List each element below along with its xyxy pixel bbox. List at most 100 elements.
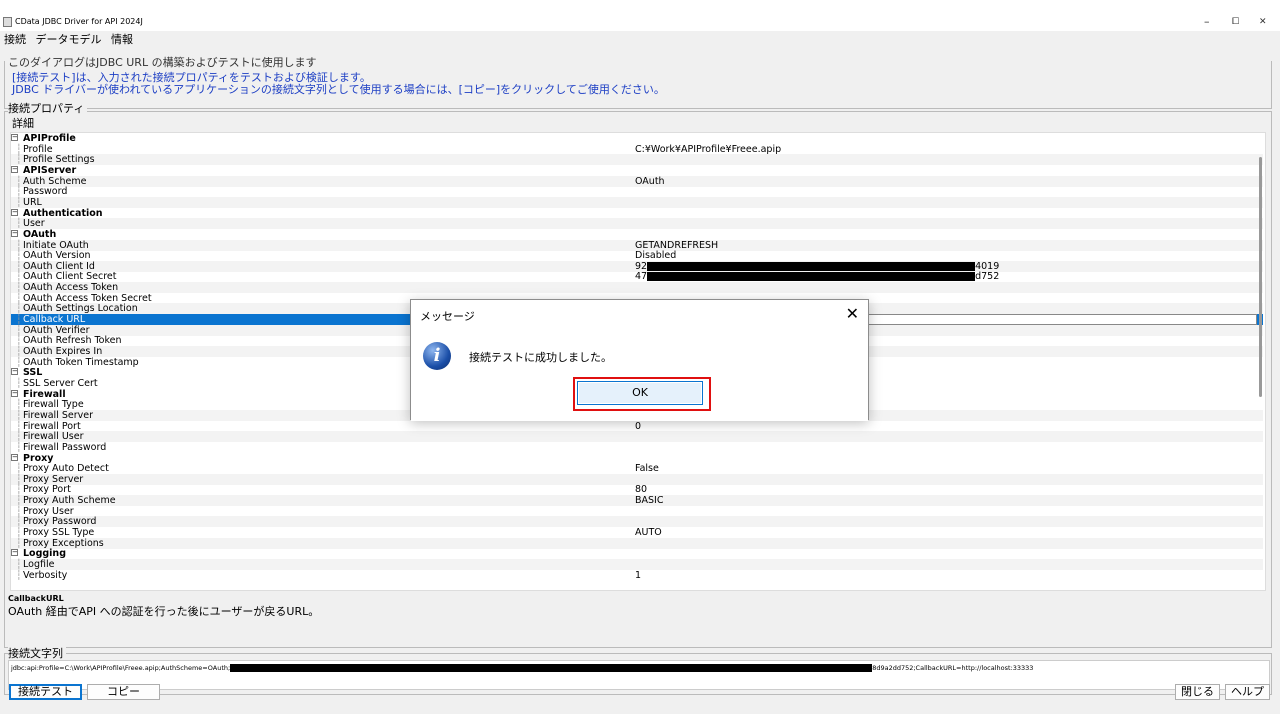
property-row[interactable]: ┆ Password xyxy=(11,186,1263,197)
property-row[interactable]: ┆ Firewall User xyxy=(11,431,1263,443)
property-value: 47 d752 xyxy=(635,271,999,282)
dialog-close-icon[interactable]: ✕ xyxy=(846,304,859,323)
tree-branch-icon: ┆ xyxy=(16,196,22,208)
property-name: Firewall Password xyxy=(23,441,107,453)
tree-branch-icon: ┆ xyxy=(16,356,22,368)
property-name: User xyxy=(23,218,45,230)
property-name: OAuth Token Timestamp xyxy=(23,356,139,368)
property-row[interactable]: ┆ OAuth Version Disabled xyxy=(11,250,1263,261)
property-name: OAuth Access Token Secret xyxy=(23,292,152,304)
property-category[interactable]: − APIProfile xyxy=(11,133,1263,144)
property-value: 1 xyxy=(635,570,641,581)
property-name: Proxy SSL Type xyxy=(23,527,95,539)
test-connection-button[interactable]: 接続テスト xyxy=(9,684,82,700)
collapse-icon[interactable]: − xyxy=(11,208,18,216)
property-row[interactable]: ┆ Logfile xyxy=(11,559,1263,570)
collapse-icon[interactable]: − xyxy=(11,453,18,461)
collapse-icon[interactable]: − xyxy=(11,165,18,173)
menu-info[interactable]: 情報 xyxy=(111,31,133,47)
collapse-icon[interactable]: − xyxy=(11,229,18,237)
property-row[interactable]: ┆ Proxy SSL Type AUTO xyxy=(11,527,1263,538)
property-row[interactable]: ┆ Profile Settings xyxy=(11,154,1263,166)
property-row[interactable]: ┆ Proxy Auth Scheme BASIC xyxy=(11,495,1263,507)
property-row[interactable]: ┆ URL xyxy=(11,196,1263,208)
property-name: Firewall Type xyxy=(23,399,84,411)
property-row[interactable]: ┆ Profile C:¥Work¥APIProfile¥Freee.apip xyxy=(11,144,1263,155)
window-title: CData JDBC Driver for API 2024J xyxy=(15,17,143,26)
dialog-title: メッセージ xyxy=(420,310,475,323)
property-name: APIServer xyxy=(23,164,77,176)
property-row[interactable]: ┆ OAuth Client Id 92 4019 xyxy=(11,260,1263,272)
ok-button[interactable]: OK xyxy=(577,381,703,405)
collapse-icon[interactable]: − xyxy=(11,549,18,557)
tree-branch-icon: ┆ xyxy=(16,569,22,581)
copy-button[interactable]: コピー xyxy=(87,684,160,700)
property-row[interactable]: ┆ Initiate OAuth GETANDREFRESH xyxy=(11,239,1263,251)
property-category[interactable]: − Logging xyxy=(11,548,1263,559)
property-name: Profile xyxy=(23,143,53,155)
property-value-text: False xyxy=(635,463,659,475)
property-row[interactable]: ┆ Auth Scheme OAuth xyxy=(11,175,1263,187)
property-row[interactable]: ┆ User xyxy=(11,218,1263,230)
property-category[interactable]: − Authentication xyxy=(11,208,1263,219)
property-name: OAuth Settings Location xyxy=(23,303,138,315)
property-name: Proxy Exceptions xyxy=(23,537,104,549)
property-value: 0 xyxy=(635,421,641,432)
property-category[interactable]: − Proxy xyxy=(11,453,1263,464)
detail-label: 詳細 xyxy=(12,117,34,130)
property-name: Proxy Server xyxy=(23,473,84,485)
connection-string-field[interactable]: jdbc:api:Profile=C:\Work\APIProfile\Free… xyxy=(8,660,1270,690)
property-name: Initiate OAuth xyxy=(23,239,89,251)
property-row[interactable]: ┆ Verbosity 1 xyxy=(11,570,1263,581)
menu-connection[interactable]: 接続 xyxy=(4,31,26,47)
property-name: Firewall User xyxy=(23,431,84,443)
close-dialog-button[interactable]: 閉じる xyxy=(1175,684,1220,700)
property-row[interactable]: ┆ Proxy Exceptions xyxy=(11,537,1263,549)
tree-branch-icon: ┆ xyxy=(16,271,22,283)
redaction-bar xyxy=(647,272,976,282)
property-value: Disabled xyxy=(635,250,676,261)
property-name: Profile Settings xyxy=(23,154,95,166)
property-name: OAuth Refresh Token xyxy=(23,335,122,347)
tree-branch-icon: ┆ xyxy=(16,143,22,155)
property-row[interactable]: ┆ Proxy User xyxy=(11,506,1263,517)
menu-data-model[interactable]: データモデル xyxy=(36,31,102,47)
tree-branch-icon: ┆ xyxy=(16,250,22,262)
property-row[interactable]: ┆ Firewall Port 0 xyxy=(11,421,1263,432)
property-value-text: OAuth xyxy=(635,175,665,187)
tree-branch-icon: ┆ xyxy=(16,527,22,539)
message-dialog: メッセージ ✕ i 接続テストに成功しました。 OK xyxy=(410,299,869,421)
close-button[interactable]: ✕ xyxy=(1259,17,1267,27)
property-value: 92 4019 xyxy=(635,261,999,272)
minimize-button[interactable]: – xyxy=(1204,15,1210,28)
dialog-body: i 接続テストに成功しました。 OK xyxy=(411,330,868,421)
property-value-text: GETANDREFRESH xyxy=(635,239,719,251)
collapse-icon[interactable]: − xyxy=(11,368,18,376)
tree-branch-icon: ┆ xyxy=(16,441,22,453)
vertical-scrollbar[interactable] xyxy=(1259,157,1262,397)
help-button[interactable]: ヘルプ xyxy=(1225,684,1270,700)
property-name: Logging xyxy=(23,548,67,560)
property-row[interactable]: ┆ Firewall Password xyxy=(11,442,1263,453)
property-value: OAuth xyxy=(635,176,665,187)
collapse-icon[interactable]: − xyxy=(11,134,18,141)
maximize-button[interactable]: ⧠ xyxy=(1232,17,1239,27)
dialog-message: 接続テストに成功しました。 xyxy=(469,351,612,364)
property-row[interactable]: ┆ Proxy Server xyxy=(11,473,1263,485)
description-legend: このダイアログはJDBC URL の構築およびテストに使用します xyxy=(8,54,320,70)
tree-branch-icon: ┆ xyxy=(16,484,22,496)
collapse-icon[interactable]: − xyxy=(11,389,18,397)
property-row[interactable]: ┆ Proxy Port 80 xyxy=(11,484,1263,495)
property-row[interactable]: ┆ Proxy Password xyxy=(11,516,1263,528)
property-name: Proxy Port xyxy=(23,484,71,496)
property-value: 80 xyxy=(635,484,647,495)
property-row[interactable]: ┆ OAuth Access Token xyxy=(11,282,1263,294)
property-row[interactable]: ┆ Proxy Auto Detect False xyxy=(11,463,1263,474)
property-category[interactable]: − OAuth xyxy=(11,229,1263,240)
property-value-text: BASIC xyxy=(635,495,664,507)
hint-title: CallbackURL xyxy=(8,594,64,603)
property-name: Proxy User xyxy=(23,505,74,517)
tree-branch-icon: ┆ xyxy=(16,409,22,421)
property-category[interactable]: − APIServer xyxy=(11,165,1263,176)
property-row[interactable]: ┆ OAuth Client Secret 47 d752 xyxy=(11,271,1263,282)
